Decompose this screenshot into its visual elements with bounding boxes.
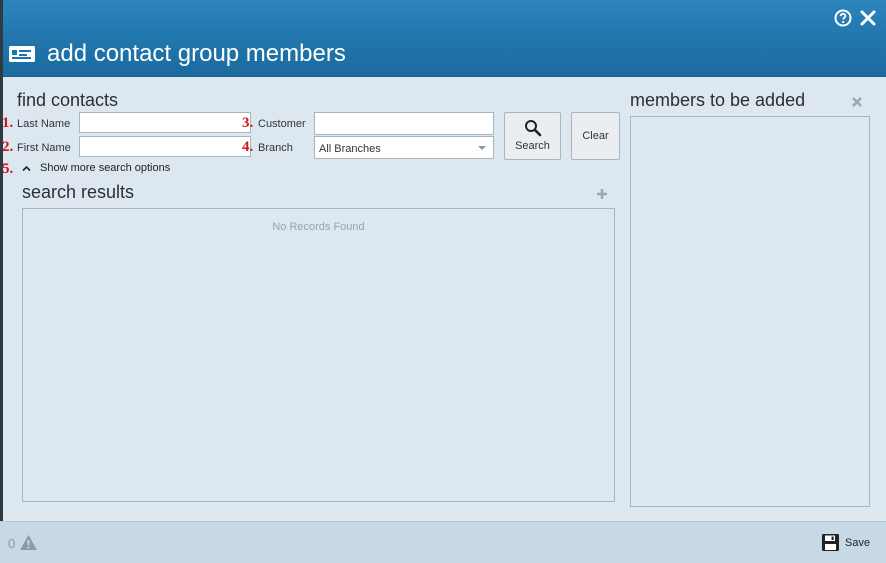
help-circle-icon[interactable]	[833, 8, 853, 28]
save-button-label: Save	[845, 537, 871, 549]
members-to-be-added-heading: members to be added	[630, 90, 806, 110]
contact-card-icon	[9, 46, 35, 62]
search-results-heading: search results	[22, 182, 135, 202]
chevron-up-icon	[22, 165, 31, 172]
marker-4: 4.	[242, 139, 254, 155]
search-button[interactable]: Search	[504, 112, 561, 160]
members-to-be-added-panel[interactable]	[630, 116, 870, 507]
chevron-down-icon	[478, 146, 486, 150]
clear-button[interactable]: Clear	[571, 112, 620, 160]
show-more-search-options-label: Show more search options	[40, 162, 171, 174]
plus-icon[interactable]	[596, 188, 608, 200]
search-results-panel[interactable]: No Records Found	[22, 208, 615, 502]
add-contact-group-members-dialog: add contact group members find contacts …	[0, 0, 886, 563]
last-name-label: Last Name	[17, 118, 71, 130]
find-contacts-heading: find contacts	[17, 90, 119, 110]
no-records-text: No Records Found	[272, 221, 365, 233]
customer-label: Customer	[258, 118, 306, 130]
first-name-label: First Name	[17, 142, 71, 154]
marker-1: 1.	[2, 115, 14, 131]
warning-icon[interactable]	[19, 534, 38, 551]
customer-input[interactable]	[314, 112, 494, 135]
close-icon[interactable]	[858, 8, 878, 28]
warning-count: 0	[8, 536, 16, 551]
marker-5: 5.	[2, 161, 14, 177]
title-bar: add contact group members	[0, 0, 886, 77]
close-icon[interactable]	[851, 96, 863, 108]
last-name-input[interactable]	[79, 112, 251, 133]
marker-2: 2.	[2, 139, 14, 155]
search-button-label: Search	[515, 140, 550, 152]
branch-select[interactable]: All Branches	[314, 136, 494, 159]
save-button[interactable]: Save	[821, 532, 873, 554]
first-name-input[interactable]	[79, 136, 251, 157]
dialog-title: add contact group members	[47, 40, 346, 67]
search-icon	[525, 120, 542, 137]
clear-button-label: Clear	[582, 130, 609, 142]
floppy-disk-icon	[822, 534, 839, 551]
branch-label: Branch	[258, 142, 293, 154]
branch-selected-value: All Branches	[319, 143, 381, 155]
footer-bar: 0 Save	[0, 521, 886, 563]
window-edge	[0, 0, 3, 563]
marker-3: 3.	[242, 115, 254, 131]
